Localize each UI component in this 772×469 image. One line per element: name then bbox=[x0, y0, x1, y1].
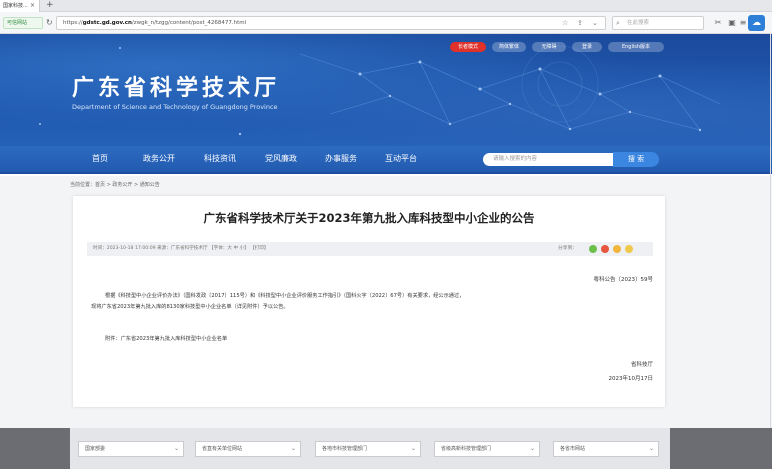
attachment-link[interactable]: 附件：广东省2023年第九批入库科技型中小企业名单 bbox=[105, 335, 227, 342]
browser-profile-icon[interactable]: ☁ bbox=[748, 15, 765, 31]
search-icon: ⌕ bbox=[616, 19, 620, 27]
weibo-share-icon[interactable] bbox=[601, 245, 609, 253]
new-tab-icon[interactable]: + bbox=[46, 0, 54, 11]
wechat-share-icon[interactable] bbox=[589, 245, 597, 253]
site-banner: 广东省科学技术厅 Department of Science and Techn… bbox=[0, 34, 772, 146]
site-subtitle: Department of Science and Technology of … bbox=[72, 103, 278, 111]
chevron-down-icon[interactable]: ⌄ bbox=[592, 17, 598, 29]
browser-tab-strip: 国家科技... × + bbox=[0, 0, 772, 12]
footer-links-panel: 国家部委 ⌄ 省直有关单位网站 ⌄ 各地市科技管理部门 ⌄ 省级高新科技管理部门 ⌄ 各… bbox=[70, 428, 670, 469]
article-paragraph-1: 根据《科技型中小企业评价办法》（国科发政〔2017〕115号）和《科技型中小企业… bbox=[105, 293, 465, 299]
footer-select-city-departments[interactable]: 各地市科技管理部门 ⌄ bbox=[315, 441, 421, 457]
page-divider bbox=[770, 34, 771, 428]
footer: 国家部委 ⌄ 省直有关单位网站 ⌄ 各地市科技管理部门 ⌄ 省级高新科技管理部门 ⌄ 各… bbox=[0, 428, 772, 469]
chevron-down-icon: ⌄ bbox=[290, 445, 296, 452]
article-paragraph-2: 现将广东省2023年第九批入库的8130家科技型中小企业名单（详见附件）予以公告… bbox=[91, 304, 289, 310]
footer-select-provincial-units[interactable]: 省直有关单位网站 ⌄ bbox=[195, 441, 301, 457]
browser-address-bar: 可信网站 ↻ https://gdstc.gd.gov.cn/zwgk_n/tz… bbox=[0, 12, 772, 34]
url-prefix: https:// bbox=[63, 20, 83, 26]
nav-item-home[interactable]: 首页 bbox=[92, 146, 108, 172]
main-nav: 首页 政务公开 科技资讯 党风廉政 办事服务 互动平台 请输入搜索的内容 搜 索 bbox=[0, 146, 772, 174]
footer-select-ministries[interactable]: 国家部委 ⌄ bbox=[78, 441, 184, 457]
browser-tab[interactable]: 国家科技... × bbox=[0, 0, 40, 12]
utility-link-script[interactable]: 简体繁体 bbox=[492, 42, 526, 52]
footer-select-label: 各省市网站 bbox=[560, 446, 586, 452]
nav-item-interaction[interactable]: 互动平台 bbox=[385, 146, 417, 172]
browser-tab-title: 国家科技... bbox=[3, 3, 28, 9]
utility-link-elder-mode[interactable]: 长者模式 bbox=[450, 42, 486, 52]
share-arrow-icon[interactable]: ⇪ bbox=[577, 17, 583, 29]
document-number: 粤科公告〔2023〕59号 bbox=[593, 277, 654, 283]
nav-item-services[interactable]: 办事服务 bbox=[325, 146, 357, 172]
site-badge[interactable]: 可信网站 bbox=[3, 17, 43, 29]
nav-item-gov-affairs[interactable]: 政务公开 bbox=[143, 146, 175, 172]
footer-select-provinces[interactable]: 各省市网站 ⌄ bbox=[553, 441, 659, 457]
breadcrumb[interactable]: 当前位置：首页 > 政务公开 > 通知公告 bbox=[70, 181, 160, 188]
star-icon[interactable]: ☆ bbox=[562, 17, 568, 29]
article-meta-bar: 时间：2023-10-18 17:00:09 来源：广东省科学技术厅 【字体：大… bbox=[87, 242, 653, 256]
article-card: 广东省科学技术厅关于2023年第九批入库科技型中小企业的公告 时间：2023-1… bbox=[73, 196, 665, 407]
chevron-down-icon: ⌄ bbox=[648, 445, 654, 452]
url-host: gdstc.gd.gov.cn bbox=[82, 20, 132, 26]
chevron-down-icon: ⌄ bbox=[173, 445, 179, 452]
utility-link-login[interactable]: 登录 bbox=[572, 42, 602, 52]
scissors-icon[interactable]: ✂ bbox=[712, 17, 724, 29]
utility-link-english[interactable]: English版本 bbox=[608, 42, 664, 52]
share-label: 分享到： bbox=[558, 246, 578, 251]
more-share-icon[interactable] bbox=[625, 245, 633, 253]
close-icon[interactable]: × bbox=[30, 0, 35, 12]
browser-search-input[interactable]: ⌕ 在此搜索 bbox=[612, 16, 704, 30]
qzone-share-icon[interactable] bbox=[613, 245, 621, 253]
utility-link-accessibility[interactable]: 无障碍 bbox=[532, 42, 566, 52]
footer-select-label: 国家部委 bbox=[85, 446, 106, 452]
article-meta: 时间：2023-10-18 17:00:09 来源：广东省科学技术厅 【字体：大… bbox=[93, 246, 269, 251]
chevron-down-icon: ⌄ bbox=[410, 445, 416, 452]
issue-date: 2023年10月17日 bbox=[608, 376, 654, 382]
footer-select-label: 省级高新科技管理部门 bbox=[441, 446, 492, 452]
site-search-button[interactable]: 搜 索 bbox=[613, 152, 659, 167]
footer-select-hightech-departments[interactable]: 省级高新科技管理部门 ⌄ bbox=[434, 441, 540, 457]
site-search-input[interactable]: 请输入搜索的内容 bbox=[483, 153, 613, 166]
nav-item-integrity[interactable]: 党风廉政 bbox=[265, 146, 297, 172]
chevron-down-icon: ⌄ bbox=[529, 445, 535, 452]
reload-icon[interactable]: ↻ bbox=[46, 17, 53, 29]
nav-item-news[interactable]: 科技资讯 bbox=[204, 146, 236, 172]
browser-search-placeholder: 在此搜索 bbox=[627, 20, 650, 26]
article-title: 广东省科学技术厅关于2023年第九批入库科技型中小企业的公告 bbox=[203, 211, 535, 225]
footer-select-label: 省直有关单位网站 bbox=[202, 446, 243, 452]
url-path: /zwgk_n/tzgg/content/post_4268477.html bbox=[131, 20, 247, 26]
issuer-signature: 省科技厅 bbox=[630, 362, 653, 368]
site-title[interactable]: 广东省科学技术厅 bbox=[72, 70, 280, 102]
url-field[interactable]: https://gdstc.gd.gov.cn/zwgk_n/tzgg/cont… bbox=[56, 16, 606, 30]
footer-select-label: 各地市科技管理部门 bbox=[322, 446, 368, 452]
